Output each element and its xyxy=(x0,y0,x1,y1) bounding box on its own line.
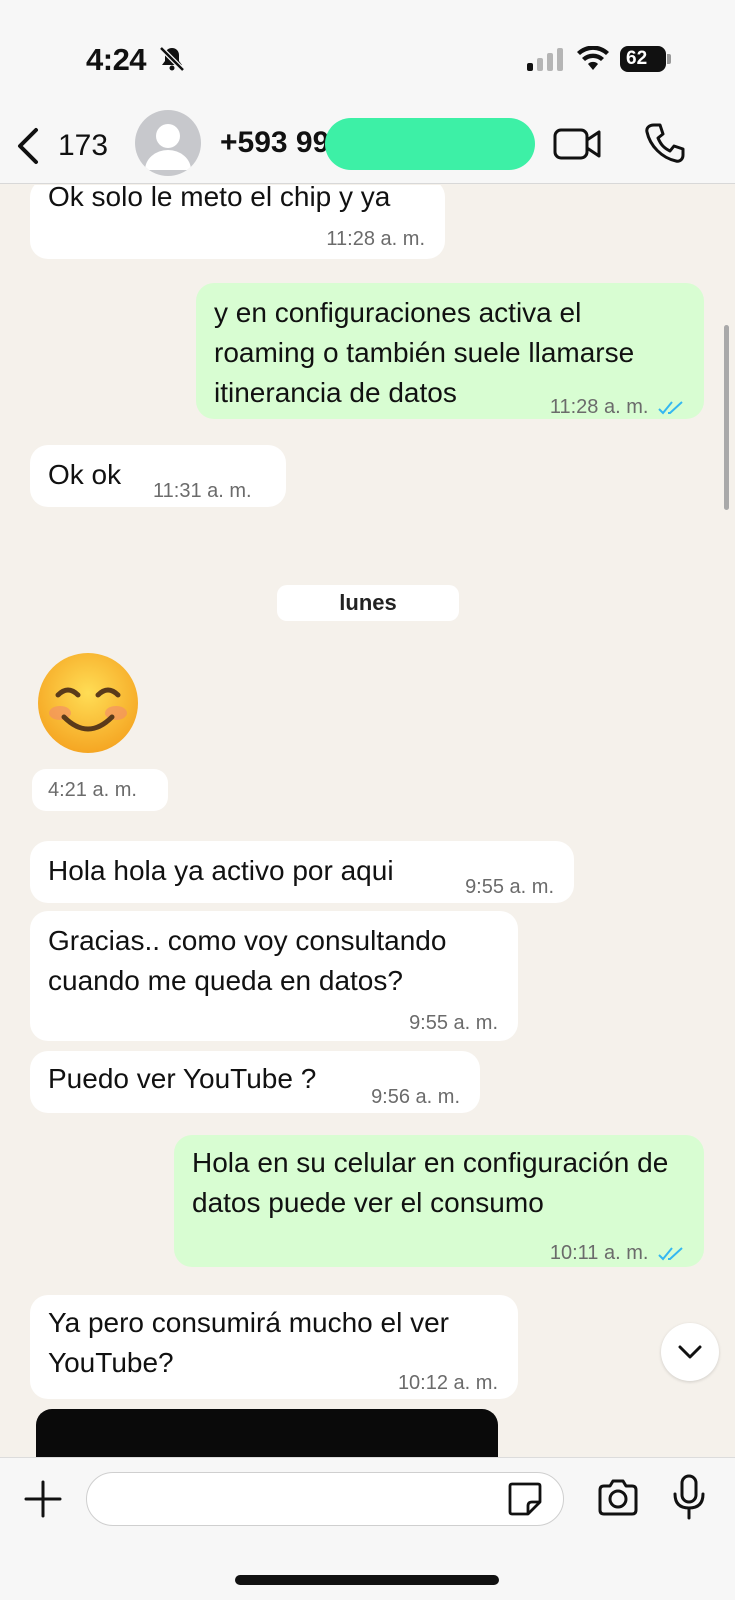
message-outgoing[interactable]: Hola en su celular en configuración de d… xyxy=(174,1135,704,1267)
message-text: Puedo ver YouTube ? xyxy=(48,1063,317,1094)
double-check-read-icon xyxy=(658,1246,683,1261)
message-text: Ok ok xyxy=(48,459,122,490)
message-text: Hola hola ya activo por aqui xyxy=(48,855,394,886)
message-time: 10:11 a. m. xyxy=(550,1233,686,1273)
camera-icon[interactable] xyxy=(596,1478,640,1518)
composer-bar xyxy=(0,1457,735,1600)
message-incoming[interactable]: Hola hola ya activo por aqui 9:55 a. m. xyxy=(30,841,574,903)
chevron-left-icon xyxy=(18,128,38,164)
message-time: 10:12 a. m. xyxy=(397,1372,498,1394)
battery-tip xyxy=(667,54,671,64)
video-camera-icon[interactable] xyxy=(553,126,601,162)
back-button[interactable]: 173 xyxy=(14,122,108,170)
home-indicator xyxy=(235,1575,499,1585)
message-time-text: 10:11 a. m. xyxy=(549,1242,649,1264)
message-incoming[interactable]: Ya pero consumirá mucho el ver YouTube? … xyxy=(30,1295,518,1399)
chat-header: 173 +593 99 xyxy=(0,108,735,184)
message-incoming[interactable]: Ok solo le meto el chip y ya 11:28 a. m. xyxy=(30,185,445,259)
message-time: 4:21 a. m. xyxy=(32,769,168,811)
double-check-read-icon xyxy=(658,400,683,415)
cellular-signal-icon xyxy=(527,48,563,71)
wifi-icon xyxy=(577,46,609,70)
message-incoming[interactable]: Puedo ver YouTube ? 9:56 a. m. xyxy=(30,1051,480,1113)
message-text: Ok solo le meto el chip y ya xyxy=(48,185,391,212)
status-time: 4:24 xyxy=(86,42,147,77)
message-time: 9:55 a. m. xyxy=(465,876,554,898)
plus-icon[interactable] xyxy=(24,1480,62,1518)
message-outgoing[interactable]: y en configuraciones activa el roaming o… xyxy=(196,283,704,419)
message-time-text: 11:28 a. m. xyxy=(549,396,649,418)
unread-count: 173 xyxy=(58,129,109,162)
sticker-icon[interactable] xyxy=(506,1480,544,1518)
message-input[interactable] xyxy=(86,1472,564,1526)
avatar[interactable] xyxy=(135,110,201,176)
message-time: 11:31 a. m. xyxy=(153,480,252,502)
message-time: 11:28 a. m. xyxy=(326,228,425,250)
day-separator: lunes xyxy=(277,585,459,621)
message-text: Gracias.. como voy consultando cuando me… xyxy=(48,925,447,996)
scrollbar[interactable] xyxy=(724,325,729,510)
scroll-to-bottom-button[interactable] xyxy=(661,1323,719,1381)
redaction-mark xyxy=(325,118,535,170)
chevron-down-icon xyxy=(678,1345,702,1359)
phone-icon[interactable] xyxy=(644,122,686,164)
chat-area[interactable]: Ok solo le meto el chip y ya 11:28 a. m.… xyxy=(0,185,735,1457)
smiling-face-emoji-icon[interactable] xyxy=(36,651,140,755)
battery-level: 62 xyxy=(620,46,666,72)
message-time: 9:56 a. m. xyxy=(371,1086,460,1108)
message-time: 9:55 a. m. xyxy=(409,1012,498,1034)
bell-slash-icon xyxy=(159,46,185,72)
message-incoming[interactable]: Ok ok 11:31 a. m. xyxy=(30,445,286,507)
message-text: Hola en su celular en configuración de d… xyxy=(192,1147,669,1218)
media-message[interactable] xyxy=(36,1409,498,1457)
microphone-icon[interactable] xyxy=(672,1474,706,1520)
person-icon xyxy=(145,124,191,170)
message-time: 11:28 a. m. xyxy=(550,387,686,427)
status-bar: 4:24 62 xyxy=(0,0,735,108)
contact-name[interactable]: +593 99 xyxy=(220,126,329,160)
message-incoming[interactable]: Gracias.. como voy consultando cuando me… xyxy=(30,911,518,1041)
